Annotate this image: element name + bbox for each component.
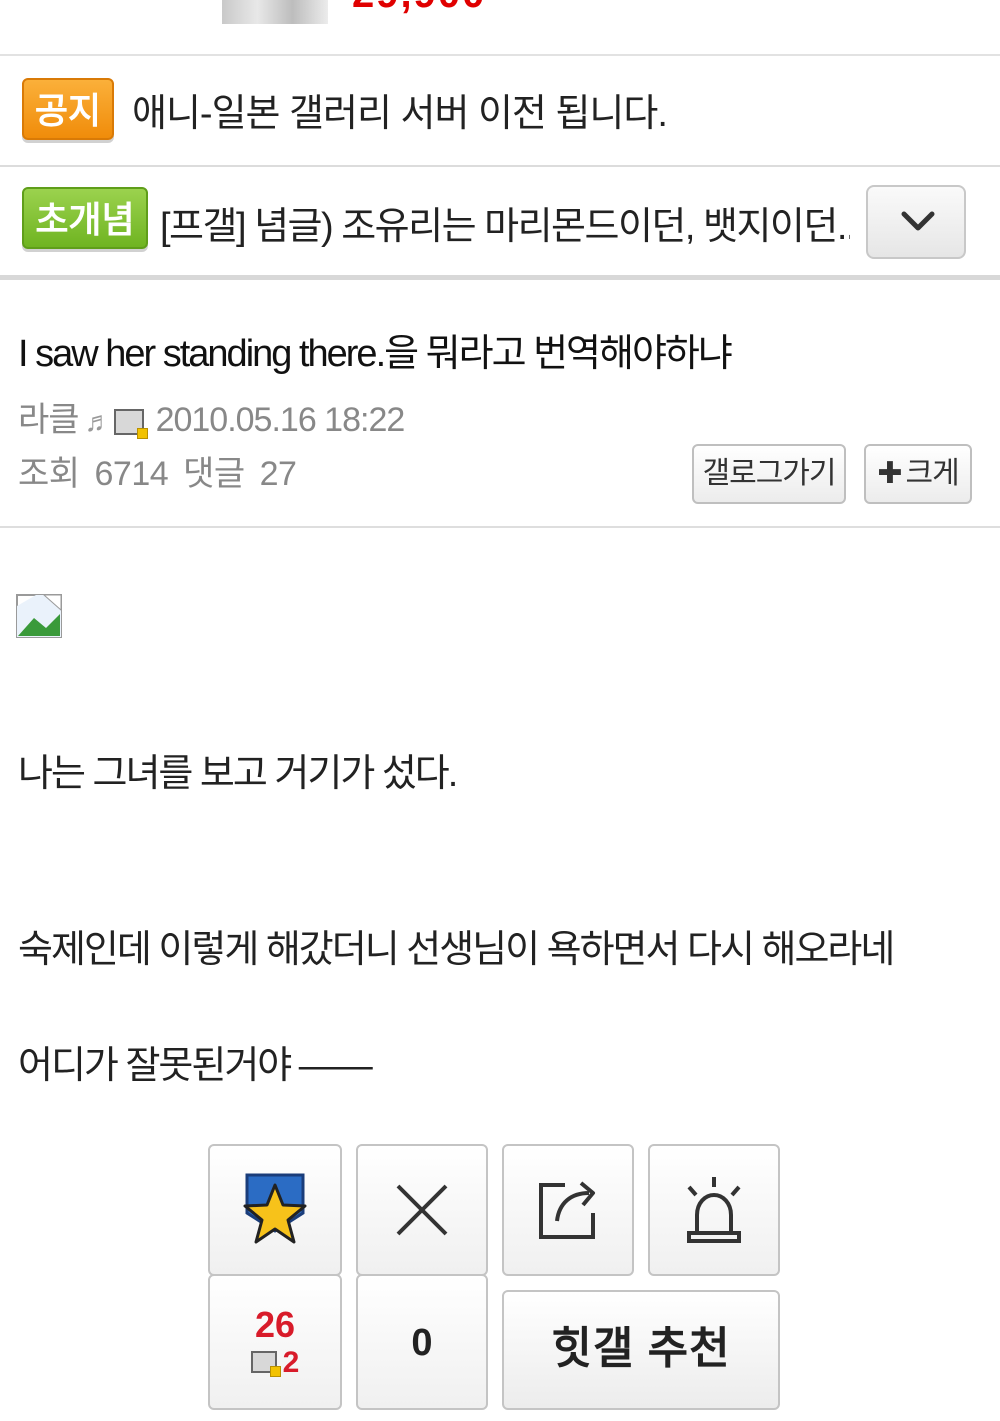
- star-icon: [243, 1173, 307, 1244]
- notice-badge: 공지: [22, 78, 114, 140]
- comments-label: 댓글: [183, 455, 245, 493]
- body-line: 어디가 잘못된거야 ——: [18, 1045, 373, 1087]
- fixed-nick-icon: [250, 1351, 281, 1377]
- ad-price: 29,900: [352, 0, 486, 17]
- hit-gallery-recommend-button[interactable]: 힛갤 추천: [502, 1290, 780, 1410]
- not-recommend-button[interactable]: [356, 1144, 488, 1276]
- body-line: 숙제인데 이렇게 해갔더니 선생님이 욕하면서 다시 해오라네: [18, 929, 895, 971]
- broken-image-icon: [16, 594, 62, 638]
- gallog-button[interactable]: 갤로그가기: [692, 444, 846, 504]
- comments-count: 27: [259, 455, 297, 493]
- fixed-nick-icon: [113, 409, 148, 440]
- recommend-button[interactable]: [208, 1144, 342, 1276]
- music-note-icon: ♬: [84, 406, 113, 437]
- concept-post-row[interactable]: 초개념 [프갤] 념글) 조유리는 마리몬드이던, 뱃지이던...: [0, 167, 1000, 280]
- ad-thumbnail[interactable]: [222, 0, 328, 24]
- views-count: 6714: [94, 455, 169, 493]
- siren-icon: [687, 1177, 741, 1243]
- post-meta-stats: 조회 6714 댓글 27: [18, 446, 302, 495]
- post-datetime: 2010.05.16 18:22: [155, 401, 406, 439]
- body-line: 나는 그녀를 보고 거기가 섰다.: [18, 753, 458, 795]
- author-name[interactable]: 라클: [18, 401, 80, 439]
- not-recommend-count: 0: [411, 1322, 433, 1364]
- recommend-count: 26: [254, 1304, 296, 1345]
- enlarge-label: 크게: [905, 457, 959, 490]
- expand-button[interactable]: [866, 185, 966, 259]
- fixed-recommend-count: 2: [210, 1346, 340, 1380]
- x-icon: [396, 1184, 448, 1236]
- notice-text[interactable]: 애니-일본 갤러리 서버 이전 됩니다.: [132, 82, 668, 137]
- post-title: I saw her standing there.을 뭐라고 번역해야하냐: [18, 333, 733, 375]
- recommend-count-box: 26 2: [208, 1274, 342, 1410]
- not-recommend-count-box: 0: [356, 1274, 488, 1410]
- share-icon: [539, 1181, 595, 1239]
- views-label: 조회: [18, 455, 80, 493]
- plus-icon: ✚: [877, 457, 902, 490]
- enlarge-button[interactable]: ✚ 크게: [864, 444, 972, 504]
- concept-post-text[interactable]: [프갤] 념글) 조유리는 마리몬드이던, 뱃지이던...: [160, 195, 850, 250]
- post-meta-author: 라클 ♬ 2010.05.16 18:22: [18, 392, 406, 441]
- report-button[interactable]: [648, 1144, 780, 1276]
- previous-ad-strip[interactable]: 29,900: [0, 0, 1000, 56]
- chevron-down-icon: [901, 211, 935, 231]
- notice-row[interactable]: 공지 애니-일본 갤러리 서버 이전 됩니다.: [0, 56, 1000, 167]
- share-button[interactable]: [502, 1144, 634, 1276]
- content-divider: [0, 526, 1000, 528]
- concept-badge: 초개념: [22, 187, 148, 249]
